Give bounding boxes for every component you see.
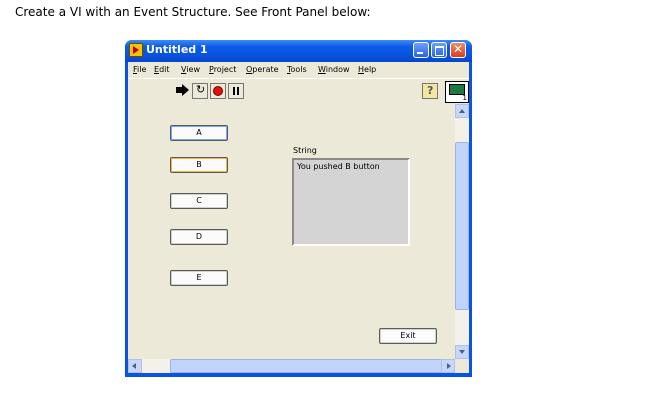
vi-icon-number: 1 [462, 94, 467, 102]
string-indicator[interactable]: You pushed B button [292, 158, 410, 246]
exit-button[interactable]: Exit [379, 328, 437, 344]
vi-icon-connector-pane[interactable]: 1 [445, 81, 469, 103]
menu-project[interactable]: Project [209, 65, 236, 74]
close-button[interactable] [450, 42, 466, 58]
menu-edit[interactable]: Edit [154, 65, 170, 74]
menu-help[interactable]: Help [358, 65, 376, 74]
button-e[interactable]: E [170, 270, 228, 286]
labview-app-icon [129, 43, 143, 57]
front-panel: A B C D E String You pushed B button Exi… [128, 104, 455, 359]
instruction-text: Create a VI with an Event Structure. See… [15, 5, 371, 19]
minimize-button[interactable] [413, 42, 429, 58]
abort-execution-icon[interactable] [210, 83, 226, 99]
horizontal-scrollbar[interactable] [128, 359, 455, 373]
scroll-down-arrow-icon[interactable] [455, 345, 469, 359]
vertical-scrollbar[interactable] [455, 104, 469, 359]
title-bar[interactable]: Untitled 1 [125, 40, 472, 62]
window-title: Untitled 1 [146, 43, 208, 56]
button-b[interactable]: B [170, 157, 228, 173]
context-help-icon[interactable] [422, 83, 438, 99]
menu-window[interactable]: Window [318, 65, 350, 74]
string-indicator-value: You pushed B button [297, 162, 380, 171]
scroll-right-arrow-icon[interactable] [441, 359, 455, 373]
scroll-up-arrow-icon[interactable] [455, 104, 469, 118]
labview-window: Untitled 1 File Edit View Project Operat… [125, 40, 472, 377]
toolbar: 1 [128, 78, 469, 105]
pause-icon[interactable] [228, 83, 244, 99]
button-c[interactable]: C [170, 193, 228, 209]
scroll-left-arrow-icon[interactable] [128, 359, 142, 373]
menu-bar: File Edit View Project Operate Tools Win… [128, 62, 469, 78]
menu-view[interactable]: View [181, 65, 200, 74]
resize-grip-icon[interactable] [455, 359, 469, 373]
menu-tools[interactable]: Tools [287, 65, 307, 74]
menu-operate[interactable]: Operate [246, 65, 279, 74]
run-continuously-icon[interactable] [192, 83, 208, 99]
string-indicator-label: String [293, 146, 317, 155]
button-d[interactable]: D [170, 229, 228, 245]
run-arrow-icon[interactable] [174, 83, 190, 99]
button-a[interactable]: A [170, 125, 228, 141]
menu-file[interactable]: File [133, 65, 146, 74]
maximize-button[interactable] [431, 42, 447, 58]
horizontal-scroll-thumb[interactable] [170, 359, 450, 373]
vertical-scroll-thumb[interactable] [455, 142, 469, 310]
